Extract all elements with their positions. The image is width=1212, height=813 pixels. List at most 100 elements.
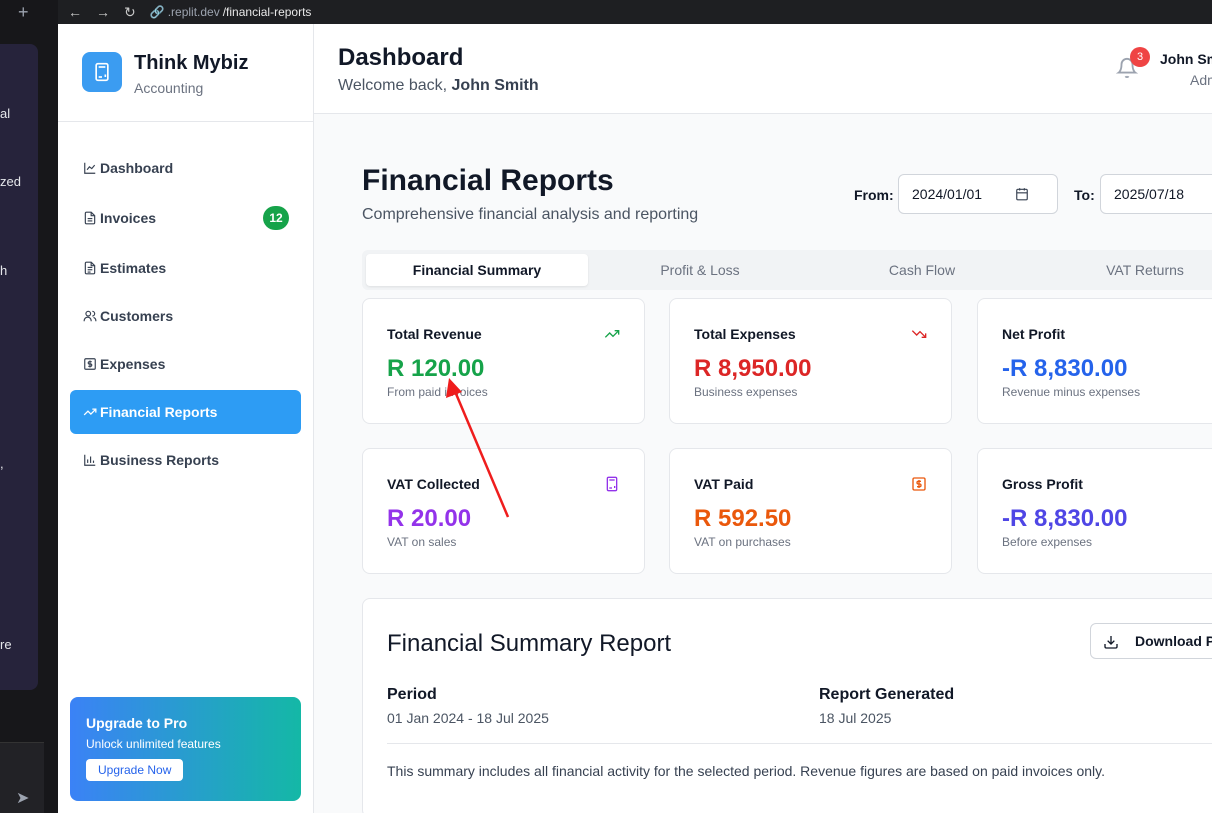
sidebar-item-dashboard[interactable]: Dashboard bbox=[70, 146, 301, 190]
card-title: Total Revenue bbox=[387, 326, 482, 342]
sidebar-item-estimates[interactable]: Estimates bbox=[70, 246, 301, 290]
vat-collected-card: VAT Collected R 20.00 VAT on sales bbox=[362, 448, 645, 574]
period-value: 01 Jan 2024 - 18 Jul 2025 bbox=[387, 710, 549, 726]
trending-down-icon bbox=[911, 330, 927, 338]
financial-summary-report: Financial Summary Report Download PDF Pe… bbox=[362, 598, 1212, 813]
total-revenue-card: Total Revenue R 120.00 From paid invoice… bbox=[362, 298, 645, 424]
from-label: From: bbox=[854, 187, 894, 203]
main-content: Financial Reports Comprehensive financia… bbox=[314, 114, 1212, 813]
card-subtitle: Business expenses bbox=[694, 385, 798, 399]
sidebar-item-label: Dashboard bbox=[100, 160, 174, 176]
file-icon bbox=[82, 210, 98, 226]
welcome-name: John Smith bbox=[451, 77, 539, 94]
sidebar-item-label: Expenses bbox=[100, 356, 166, 372]
notification-count-badge: 3 bbox=[1130, 47, 1150, 67]
brand-subtitle: Accounting bbox=[134, 80, 204, 96]
sidebar-item-expenses[interactable]: Expenses bbox=[70, 342, 301, 386]
card-value: R 8,950.00 bbox=[694, 355, 812, 382]
ide-side-panel: + al zed h , re ➤ bbox=[0, 0, 58, 813]
send-icon[interactable]: ➤ bbox=[16, 788, 29, 808]
page-title: Financial Reports bbox=[362, 164, 614, 197]
ide-fragment: al bbox=[0, 106, 11, 121]
reload-icon[interactable]: ↻ bbox=[124, 4, 136, 21]
card-title: VAT Collected bbox=[387, 476, 480, 492]
generated-label: Report Generated bbox=[819, 686, 955, 703]
invoices-count-badge: 12 bbox=[263, 206, 289, 230]
sidebar-item-invoices[interactable]: Invoices 12 bbox=[70, 196, 301, 240]
users-icon bbox=[82, 308, 98, 324]
report-tabs: Financial Summary Profit & Loss Cash Flo… bbox=[362, 250, 1212, 290]
report-title: Financial Summary Report bbox=[387, 630, 672, 657]
card-subtitle: Before expenses bbox=[1002, 535, 1093, 549]
sidebar-item-financial-reports[interactable]: Financial Reports bbox=[70, 390, 301, 434]
card-value: -R 8,830.00 bbox=[1002, 355, 1128, 382]
welcome-text: Welcome back, John Smith bbox=[338, 77, 539, 95]
download-label: Download PDF bbox=[1135, 633, 1212, 649]
from-date-value: 2024/01/01 bbox=[912, 186, 983, 202]
upgrade-card: Upgrade to Pro Unlock unlimited features… bbox=[70, 697, 301, 801]
to-date-value: 2025/07/18 bbox=[1114, 186, 1185, 202]
calculator-icon bbox=[606, 476, 618, 492]
new-tab-icon[interactable]: + bbox=[18, 2, 29, 23]
sidebar: Think Mybiz Accounting Dashboard Invoice… bbox=[58, 24, 314, 813]
divider bbox=[387, 743, 1212, 744]
ide-fragment: zed bbox=[0, 174, 21, 189]
bar-chart-icon bbox=[82, 452, 98, 468]
url-path: /financial-reports bbox=[222, 5, 312, 19]
sidebar-item-business-reports[interactable]: Business Reports bbox=[70, 438, 301, 482]
tab-profit-loss[interactable]: Profit & Loss bbox=[589, 254, 811, 286]
trending-up-icon bbox=[604, 330, 620, 338]
card-title: Gross Profit bbox=[1002, 476, 1083, 492]
card-subtitle: From paid invoices bbox=[387, 385, 488, 399]
file-text-icon bbox=[82, 260, 98, 276]
card-title: Total Expenses bbox=[694, 326, 796, 342]
net-profit-card: Net Profit -R 8,830.00 Revenue minus exp… bbox=[977, 298, 1212, 424]
total-expenses-card: Total Expenses R 8,950.00 Business expen… bbox=[669, 298, 952, 424]
card-value: R 592.50 bbox=[694, 505, 792, 532]
card-title: Net Profit bbox=[1002, 326, 1065, 342]
tab-cash-flow[interactable]: Cash Flow bbox=[811, 254, 1033, 286]
brand: Think Mybiz Accounting bbox=[58, 24, 313, 122]
back-icon[interactable]: ← bbox=[68, 4, 82, 21]
download-icon bbox=[1104, 636, 1118, 649]
calendar-icon[interactable] bbox=[1015, 187, 1029, 201]
upgrade-title: Upgrade to Pro bbox=[86, 715, 188, 731]
browser-toolbar: ← → ↻ 🔗 .replit.dev/financial-reports bbox=[58, 0, 1212, 24]
user-role: Admin bbox=[1190, 72, 1212, 88]
download-pdf-button[interactable]: Download PDF bbox=[1090, 623, 1212, 659]
sidebar-item-label: Business Reports bbox=[100, 452, 220, 468]
card-value: -R 8,830.00 bbox=[1002, 505, 1128, 532]
trending-up-icon bbox=[82, 404, 98, 420]
card-subtitle: VAT on sales bbox=[387, 535, 457, 549]
calculator-icon bbox=[82, 52, 122, 92]
sidebar-item-customers[interactable]: Customers bbox=[70, 294, 301, 338]
ide-fragment: , bbox=[0, 456, 4, 471]
gross-profit-card: Gross Profit -R 8,830.00 Before expenses bbox=[977, 448, 1212, 574]
sidebar-item-label: Financial Reports bbox=[100, 404, 218, 420]
upgrade-now-button[interactable]: Upgrade Now bbox=[86, 759, 184, 781]
ide-chat-panel: al zed h , re bbox=[0, 44, 38, 690]
address-bar[interactable]: 🔗 .replit.dev/financial-reports bbox=[150, 5, 312, 19]
link-icon: 🔗 bbox=[149, 5, 165, 19]
brand-name: Think Mybiz bbox=[134, 52, 249, 74]
header-title: Dashboard bbox=[338, 44, 464, 71]
card-subtitle: VAT on purchases bbox=[694, 535, 791, 549]
vat-paid-card: VAT Paid R 592.50 VAT on purchases bbox=[669, 448, 952, 574]
tab-financial-summary[interactable]: Financial Summary bbox=[366, 254, 588, 286]
user-name[interactable]: John Smith bbox=[1160, 51, 1212, 67]
forward-icon[interactable]: → bbox=[96, 4, 110, 21]
card-value: R 20.00 bbox=[387, 505, 472, 532]
to-label: To: bbox=[1074, 187, 1095, 203]
from-date-input[interactable]: 2024/01/01 bbox=[898, 174, 1058, 214]
line-chart-icon bbox=[82, 160, 98, 176]
upgrade-subtitle: Unlock unlimited features bbox=[86, 737, 221, 751]
url-host: .replit.dev bbox=[167, 5, 220, 19]
ide-fragment: h bbox=[0, 263, 8, 278]
card-title: VAT Paid bbox=[694, 476, 754, 492]
sidebar-item-label: Invoices bbox=[100, 210, 157, 226]
notifications-button[interactable]: 3 bbox=[1115, 47, 1150, 79]
dollar-receipt-icon bbox=[82, 356, 98, 372]
to-date-input[interactable]: 2025/07/18 bbox=[1100, 174, 1212, 214]
tab-vat-returns[interactable]: VAT Returns bbox=[1034, 254, 1212, 286]
top-header: Dashboard Welcome back, John Smith 3 Joh… bbox=[314, 24, 1212, 114]
